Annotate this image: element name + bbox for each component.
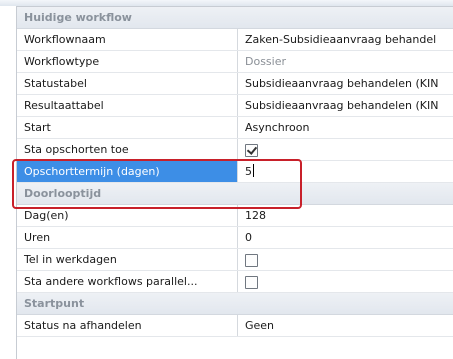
property-label: Status na afhandelen bbox=[17, 315, 238, 336]
row-result-table[interactable]: Resultaattabel Subsidieaanvraag behandel… bbox=[17, 95, 453, 117]
section-header-starting-point: Startpunt bbox=[17, 293, 453, 315]
row-count-workdays[interactable]: Tel in werkdagen bbox=[17, 249, 453, 271]
parallel-workflows-checkbox[interactable] bbox=[245, 276, 258, 289]
property-label: Opschorttermijn (dagen) bbox=[17, 161, 238, 182]
allow-suspend-cell bbox=[238, 139, 453, 160]
hours-value[interactable]: 0 bbox=[238, 227, 453, 248]
suspend-term-input[interactable]: 5 bbox=[245, 165, 252, 178]
suspend-term-cell: 5 bbox=[238, 161, 453, 182]
row-workflow-type[interactable]: Workflowtype Dossier bbox=[17, 51, 453, 73]
status-table-value[interactable]: Subsidieaanvraag behandelen (KIN bbox=[238, 73, 453, 94]
property-label: Workflownaam bbox=[17, 29, 238, 50]
row-days[interactable]: Dag(en) 128 bbox=[17, 205, 453, 227]
property-label: Workflowtype bbox=[17, 51, 238, 72]
row-hours[interactable]: Uren 0 bbox=[17, 227, 453, 249]
section-header-lead-time: Doorlooptijd bbox=[17, 183, 453, 205]
allow-suspend-checkbox[interactable] bbox=[245, 144, 258, 157]
property-label: Dag(en) bbox=[17, 205, 238, 226]
text-caret bbox=[253, 164, 254, 177]
property-label: Tel in werkdagen bbox=[17, 249, 238, 270]
start-value[interactable]: Asynchroon bbox=[238, 117, 453, 138]
property-label: Sta andere workflows parallel... bbox=[17, 271, 238, 292]
row-workflow-name[interactable]: Workflownaam Zaken-Subsidieaanvraag beha… bbox=[17, 29, 453, 51]
property-label: Resultaattabel bbox=[17, 95, 238, 116]
row-allow-suspend[interactable]: Sta opschorten toe bbox=[17, 139, 453, 161]
workdays-cell bbox=[238, 249, 453, 270]
property-grid: Huidige workflow Workflownaam Zaken-Subs… bbox=[16, 6, 453, 359]
property-label: Statustabel bbox=[17, 73, 238, 94]
status-after-value[interactable]: Geen bbox=[238, 315, 453, 336]
row-parallel-workflows[interactable]: Sta andere workflows parallel... bbox=[17, 271, 453, 293]
row-status-table[interactable]: Statustabel Subsidieaanvraag behandelen … bbox=[17, 73, 453, 95]
property-label: Uren bbox=[17, 227, 238, 248]
section-header-current-workflow: Huidige workflow bbox=[17, 7, 453, 29]
workflow-name-value[interactable]: Zaken-Subsidieaanvraag behandel bbox=[238, 29, 453, 50]
row-start[interactable]: Start Asynchroon bbox=[17, 117, 453, 139]
result-table-value[interactable]: Subsidieaanvraag behandelen (KIN bbox=[238, 95, 453, 116]
row-status-after-handling[interactable]: Status na afhandelen Geen bbox=[17, 315, 453, 337]
row-suspend-term[interactable]: Opschorttermijn (dagen) 5 bbox=[17, 161, 453, 183]
count-workdays-checkbox[interactable] bbox=[245, 254, 258, 267]
workflow-type-value: Dossier bbox=[245, 55, 287, 68]
parallel-cell bbox=[238, 271, 453, 292]
property-label: Sta opschorten toe bbox=[17, 139, 238, 160]
property-label: Start bbox=[17, 117, 238, 138]
days-value[interactable]: 128 bbox=[238, 205, 453, 226]
